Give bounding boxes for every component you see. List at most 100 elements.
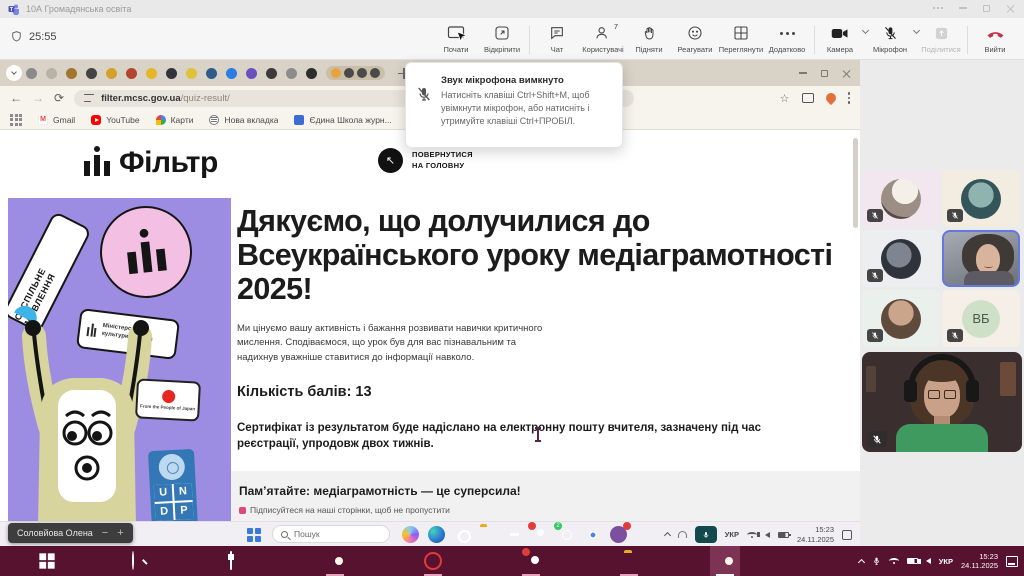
zoom-in-button[interactable]: + [117,528,123,539]
language-indicator[interactable]: УКР [939,557,953,566]
tab-favicon[interactable] [226,68,237,79]
participant-tile[interactable] [862,290,940,347]
tab-favicon[interactable] [266,68,277,79]
more-dots-icon [780,32,795,35]
viber-icon[interactable] [610,526,627,543]
active-speaker-tile[interactable] [942,230,1020,287]
notification-center-icon[interactable] [842,530,852,540]
tab-favicon[interactable] [186,68,197,79]
camera-button[interactable]: Камера [819,20,861,54]
tab-favicon[interactable] [106,68,117,79]
reload-icon[interactable]: ⟳ [54,91,64,105]
camera-options-chevron[interactable] [861,20,868,33]
mic-options-chevron[interactable] [912,20,919,33]
clock[interactable]: 15:2324.11.2025 [797,525,834,544]
browser-menu-icon[interactable] [848,92,851,104]
copilot-icon[interactable] [402,526,419,543]
page-footer: Пам’ятайте: медіаграмотність — це суперс… [231,471,860,521]
raise-hand-button[interactable]: Підняти [626,20,672,54]
search-icon[interactable] [132,551,134,570]
edge-icon[interactable] [428,526,445,543]
clock[interactable]: 15:2324.11.2025 [961,552,998,571]
apps-grid-icon[interactable] [10,114,22,126]
back-to-home-button[interactable]: ↖ ПОВЕРНУТИСЯ НА ГОЛОВНУ [378,148,486,173]
participants-count: 7 [614,22,618,31]
titlebar-more-icon[interactable] [933,7,943,9]
tab-favicon[interactable] [126,68,137,79]
battery-icon[interactable] [778,532,789,538]
page-url[interactable]: filter.mcsc.gov.ua/quiz-result/ [101,93,230,104]
page-scrollbar[interactable] [853,138,858,228]
tab-favicon[interactable] [246,68,257,79]
forward-icon[interactable]: → [32,91,44,105]
muted-badge [947,209,963,222]
site-settings-icon[interactable] [84,94,94,102]
start-button[interactable] [39,553,54,568]
browser-profile-icon[interactable] [823,91,837,105]
subscribe-link[interactable]: Підписуйтеся на наші сторінки, щоб не пр… [239,505,450,515]
chat-button[interactable]: Чат [534,20,580,54]
tray-expand-icon[interactable] [664,532,671,539]
start-button[interactable] [247,528,261,542]
wifi-icon[interactable] [747,532,757,538]
language-indicator[interactable]: УКР [725,530,739,539]
opera-icon[interactable] [424,552,442,570]
tab-favicon[interactable] [26,68,37,79]
participant-tile[interactable] [862,170,940,227]
bookmark-youtube[interactable]: YouTube [91,115,139,125]
tab-favicon[interactable] [46,68,57,79]
participant-tile[interactable] [942,170,1020,227]
browser-maximize-icon[interactable] [821,70,828,77]
battery-icon[interactable] [907,558,918,564]
tab-favicon[interactable] [66,68,77,79]
view-button[interactable]: Переглянути [718,20,764,54]
maximize-icon[interactable] [983,5,990,12]
react-button[interactable]: Реагувати [672,20,718,54]
bookmark-maps[interactable]: Карти [156,115,194,125]
bookmark-star-icon[interactable]: ☆ [780,92,790,105]
speaker-icon[interactable] [926,558,931,564]
camera-icon [831,26,849,41]
mic-muted-notification[interactable]: Звук мікрофона вимкнуто Натисніть клавіш… [405,62,623,148]
action-center-icon[interactable] [1006,556,1018,567]
tab-favicon[interactable] [306,68,317,79]
participant-tile[interactable] [862,230,940,287]
extension-icon[interactable] [802,93,814,103]
unpin-button[interactable]: Відкріпити [479,20,525,54]
browser-close-icon[interactable] [842,69,850,77]
tab-group[interactable] [326,66,385,80]
bookmark-gmail[interactable]: MGmail [38,115,75,125]
taskbar-search[interactable]: Пошук [272,525,390,543]
presenter-zoom-control[interactable]: Соловйова Олена − + [8,523,133,543]
browser-minimize-icon[interactable] [799,72,807,74]
bookmark-school[interactable]: Єдина Школа журн... [294,115,391,125]
globe-icon [209,115,219,125]
start-presenting-button[interactable]: Почати [433,20,479,54]
popout-icon [494,25,510,41]
tray-expand-icon[interactable] [858,558,865,565]
mic-button[interactable]: Мікрофон [868,20,912,54]
bookmark-newtab[interactable]: Нова вкладка [209,115,278,125]
minimize-icon[interactable] [959,7,967,9]
headset-icon[interactable] [678,531,687,538]
close-icon[interactable] [1006,4,1014,12]
tab-search-icon[interactable] [6,65,22,81]
tab-favicon[interactable] [166,68,177,79]
tab-favicon[interactable] [146,68,157,79]
network-icon[interactable] [889,558,899,564]
speaker-icon[interactable] [765,532,770,538]
participants-button[interactable]: 7 Користувачі [580,20,626,54]
tab-favicon[interactable] [206,68,217,79]
mic-tray-button[interactable] [695,526,717,543]
mic-icon[interactable] [872,555,881,567]
participant-tile[interactable]: ВБ [942,290,1020,347]
back-icon[interactable]: ← [10,91,22,105]
tab-favicon[interactable] [86,68,97,79]
more-button[interactable]: Додатково [764,20,810,54]
zoom-out-button[interactable]: − [102,528,108,539]
self-video-tile[interactable] [862,352,1022,452]
site-logo[interactable]: Фільтр [84,146,218,178]
tab-favicon[interactable] [286,68,297,79]
task-view-icon[interactable] [230,551,232,570]
leave-button[interactable]: Вийти [972,20,1018,54]
